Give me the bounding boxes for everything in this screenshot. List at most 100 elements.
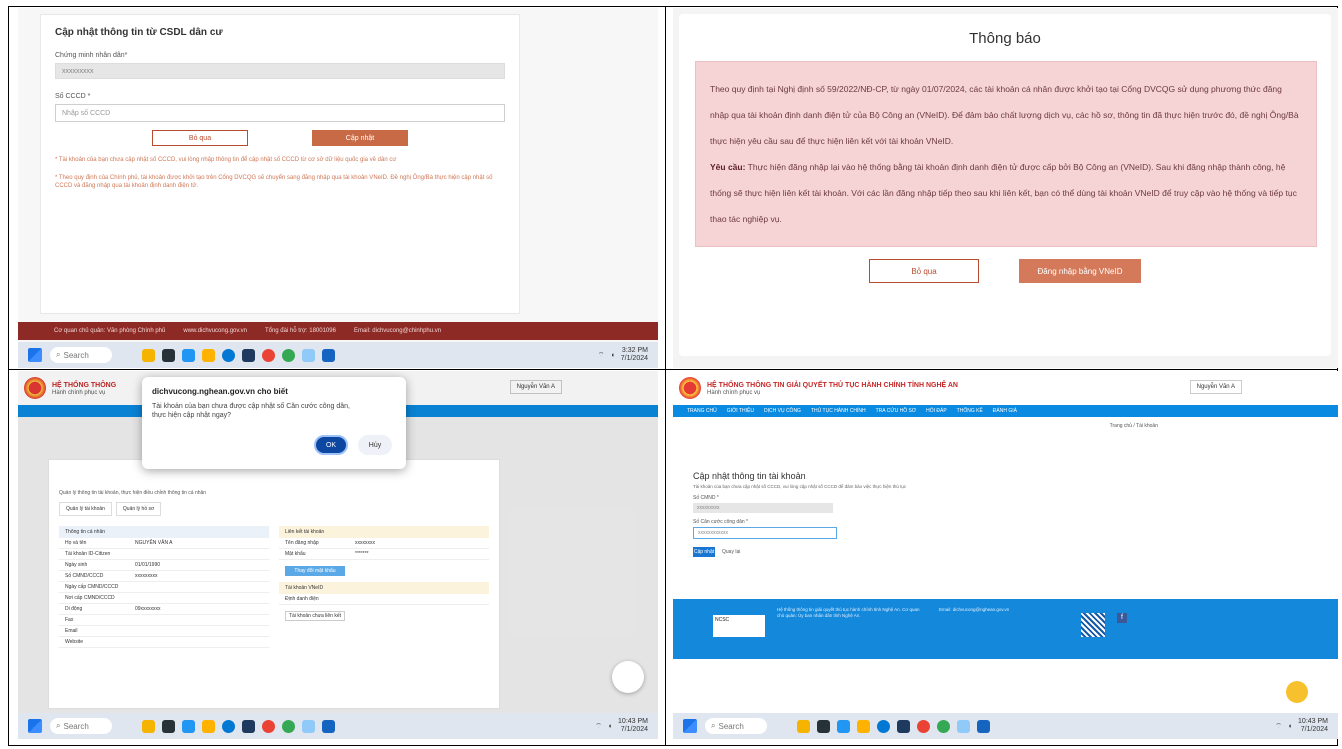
info-value: 01/01/1990 [135,562,161,568]
nav-item[interactable]: GIỚI THIỆU [727,408,754,414]
skip-button[interactable]: Bỏ qua [869,259,979,283]
clock[interactable]: 3:32 PM 7/1/2024 [621,347,648,363]
info-label: Ngày sinh [65,562,88,568]
notice-paragraph: Theo quy định tại Nghị định số 59/2022/N… [710,84,1299,146]
footer-text: Hệ thống thông tin giải quyết thủ tục hà… [777,607,920,618]
app-icon[interactable] [142,719,155,733]
user-menu-button[interactable]: Nguyễn Văn A [1189,380,1242,394]
edge-icon[interactable] [222,348,235,362]
nav-item[interactable]: DỊCH VỤ CÔNG [764,408,801,414]
app-icon[interactable] [182,348,195,362]
system-tray: ⌔ ◖ 10:43 PM 7/1/2024 [595,718,648,734]
info-value: xxxxxxxxx [135,573,158,579]
nav-item[interactable]: THỐNG KÊ [957,408,983,414]
nav-item[interactable]: TRANG CHỦ [687,408,717,414]
cancel-button[interactable]: Hủy [358,435,392,455]
info-row: Nơi cấp CMND/CCCD [59,593,269,604]
folder-icon[interactable] [202,348,215,362]
app-icon[interactable] [322,348,335,362]
tab-account[interactable]: Quản lý tài khoản [59,502,112,516]
start-icon[interactable] [683,719,697,733]
app-icon[interactable] [282,348,295,362]
info-row: Tài khoản ID-Citizen [59,549,269,560]
start-icon[interactable] [28,348,42,362]
wifi-icon[interactable]: ⌔ [1275,722,1282,731]
update-button[interactable]: Cập nhật [312,130,408,146]
grid-divider-horizontal [8,369,1338,370]
app-icon[interactable] [242,348,255,362]
clock[interactable]: 10:43 PM 7/1/2024 [1298,718,1328,734]
folder-icon[interactable] [857,719,870,733]
app-icon[interactable] [957,719,970,733]
app-icon[interactable] [142,348,155,362]
nav-item[interactable]: ĐÁNH GIÁ [993,408,1017,414]
taskbar-search[interactable]: ⌕ Search [50,718,112,734]
info-value: 09xxxxxxxx [135,606,161,612]
app-icon[interactable] [282,719,295,733]
app-icon[interactable] [817,719,830,733]
app-icon[interactable] [162,348,175,362]
nav-item[interactable]: HỎI ĐÁP [926,408,947,414]
skip-button[interactable]: Bỏ qua [152,130,248,146]
site-title: HỆ THỐNG THÔNG TIN GIẢI QUYẾT THỦ TỤC HÀ… [707,381,958,389]
breadcrumb-home[interactable]: Trang chủ [1110,423,1132,429]
app-icon[interactable] [977,719,990,733]
edge-icon[interactable] [222,719,235,733]
app-icon[interactable] [242,719,255,733]
ok-button[interactable]: OK [314,435,348,455]
nav-item[interactable]: TRA CỨU HỒ SƠ [876,408,917,414]
info-value: NGUYỄN VĂN A [135,540,173,546]
footer-item: Tổng đài hỗ trợ: 18001096 [264,328,336,334]
grid-divider-vertical [665,6,666,746]
app-icon[interactable] [302,719,315,733]
chrome-icon[interactable] [917,719,930,733]
taskbar-search[interactable]: ⌕ Search [50,347,112,363]
app-icon[interactable] [897,719,910,733]
save-button[interactable]: Cập nhật [693,547,715,557]
footer-item: Cơ quan chủ quản: Văn phòng Chính phủ [54,328,166,334]
app-icon[interactable] [322,719,335,733]
wifi-icon[interactable]: ⌔ [598,351,605,360]
cccd-input[interactable]: Nhập số CCCD [55,104,505,122]
app-icon[interactable] [797,719,810,733]
cccd-input[interactable]: xxxxxxxxxxxx [693,527,837,539]
time: 10:43 PM [618,718,648,725]
nav-item[interactable]: THỦ TỤC HÀNH CHÍNH [811,408,866,414]
info-value: ******* [355,551,369,557]
volume-icon[interactable]: ◖ [608,723,612,730]
link-account-column: Liên kết tài khoản Tên đăng nhập xxxxxxxx… [279,526,489,648]
link-vneid-button[interactable]: Tài khoản chưa liên kết [285,611,345,621]
search-icon: ⌕ [711,721,716,730]
windows-taskbar: ⌕ Search ⌔ ◖ 10:43 PM 7/1/2024 [18,713,658,739]
app-icon[interactable] [182,719,195,733]
chrome-icon[interactable] [262,348,275,362]
edge-icon[interactable] [877,719,890,733]
chat-widget-icon[interactable] [1286,681,1308,703]
tab-records[interactable]: Quản lý hồ sơ [115,502,162,516]
wifi-icon[interactable]: ⌔ [595,722,602,731]
volume-icon[interactable]: ◖ [611,352,615,359]
info-label: Email [65,628,78,634]
start-icon[interactable] [28,719,42,733]
app-icon[interactable] [162,719,175,733]
change-password-button[interactable]: Thay đổi mật khẩu [285,566,345,576]
dialog-message: Tài khoản của bạn chưa được cập nhật số … [152,403,350,419]
requirement-text: Thực hiện đăng nhập lại vào hệ thống bằn… [710,162,1297,224]
clock[interactable]: 10:43 PM 7/1/2024 [618,718,648,734]
volume-icon[interactable]: ◖ [1288,723,1292,730]
app-icon[interactable] [837,719,850,733]
note-text-2: * Theo quy định của Chính phủ, tài khoản… [55,175,493,189]
chat-widget-icon[interactable] [612,661,644,693]
facebook-icon[interactable]: f [1117,613,1127,623]
id-label: Chứng minh nhân dân* [55,52,128,59]
login-vneid-button[interactable]: Đăng nhập bằng VNeID [1019,259,1141,283]
note-text: * Tài khoản của bạn chưa cập nhật số CCC… [55,157,397,163]
app-icon[interactable] [302,348,315,362]
back-button[interactable]: Quay lại [719,547,743,557]
taskbar-search[interactable]: ⌕ Search [705,718,767,734]
folder-icon[interactable] [202,719,215,733]
chrome-icon[interactable] [262,719,275,733]
info-label: Số CMND/CCCD [65,573,104,579]
footer-link[interactable]: www.dichvucong.gov.vn [183,328,247,334]
app-icon[interactable] [937,719,950,733]
